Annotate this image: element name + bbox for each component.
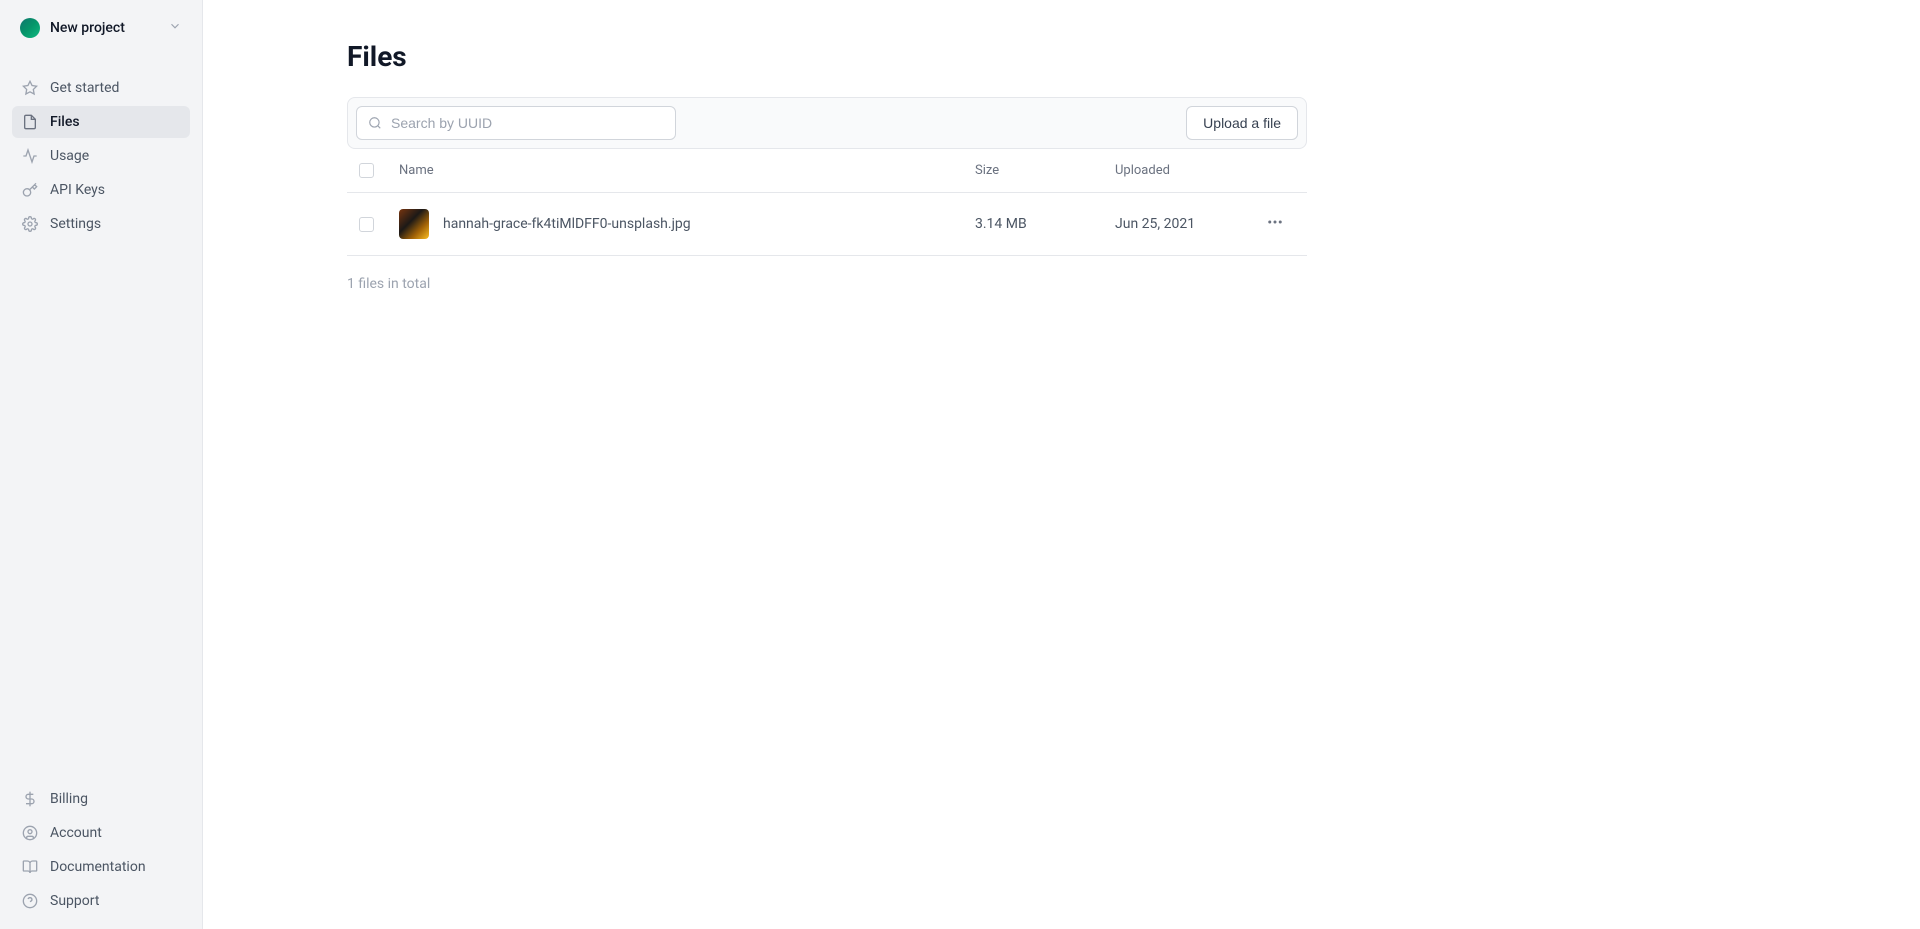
nav-label: Documentation — [50, 859, 146, 875]
sidebar-item-settings[interactable]: Settings — [12, 208, 190, 240]
file-icon — [22, 114, 38, 130]
more-icon[interactable] — [1266, 213, 1284, 235]
project-switcher[interactable]: New project — [12, 12, 190, 44]
column-header-size: Size — [975, 163, 1115, 178]
column-header-uploaded: Uploaded — [1115, 163, 1255, 178]
chart-icon — [22, 148, 38, 164]
column-header-name: Name — [399, 163, 975, 178]
file-uploaded: Jun 25, 2021 — [1115, 216, 1255, 232]
sidebar-item-documentation[interactable]: Documentation — [12, 851, 190, 883]
nav-label: Billing — [50, 791, 88, 807]
nav-top: Get started Files Usage API Keys Setting… — [12, 72, 190, 240]
nav-label: Account — [50, 825, 102, 841]
sidebar: New project Get started Files Usage — [0, 0, 203, 929]
user-icon — [22, 825, 38, 841]
file-name: hannah-grace-fk4tiMlDFF0-unsplash.jpg — [443, 216, 691, 232]
nav-label: Support — [50, 893, 99, 909]
project-avatar — [20, 18, 40, 38]
select-all-checkbox[interactable] — [359, 163, 374, 178]
sidebar-item-api-keys[interactable]: API Keys — [12, 174, 190, 206]
star-icon — [22, 80, 38, 96]
sidebar-item-support[interactable]: Support — [12, 885, 190, 917]
nav-bottom: Billing Account Documentation Support — [12, 783, 190, 917]
file-thumbnail — [399, 209, 429, 239]
page-title: Files — [347, 40, 1307, 73]
sidebar-item-get-started[interactable]: Get started — [12, 72, 190, 104]
chevron-down-icon — [168, 19, 182, 37]
files-total: 1 files in total — [347, 256, 1307, 312]
search-wrapper — [356, 106, 676, 140]
files-table: Name Size Uploaded hannah-grace-fk4tiMlD… — [347, 149, 1307, 256]
nav-label: API Keys — [50, 182, 105, 198]
nav-label: Get started — [50, 80, 119, 96]
upload-button[interactable]: Upload a file — [1186, 106, 1298, 140]
gear-icon — [22, 216, 38, 232]
sidebar-item-usage[interactable]: Usage — [12, 140, 190, 172]
table-row[interactable]: hannah-grace-fk4tiMlDFF0-unsplash.jpg 3.… — [347, 193, 1307, 256]
file-size: 3.14 MB — [975, 216, 1115, 232]
table-header: Name Size Uploaded — [347, 149, 1307, 193]
nav-label: Usage — [50, 148, 89, 164]
search-input[interactable] — [356, 106, 676, 140]
toolbar: Upload a file — [347, 97, 1307, 149]
sidebar-item-files[interactable]: Files — [12, 106, 190, 138]
key-icon — [22, 182, 38, 198]
main-content: Files Upload a file Name Size Uploaded — [203, 0, 1920, 929]
nav-label: Files — [50, 114, 80, 130]
nav-label: Settings — [50, 216, 101, 232]
search-icon — [368, 116, 382, 130]
book-icon — [22, 859, 38, 875]
project-name: New project — [50, 20, 158, 36]
dollar-icon — [22, 791, 38, 807]
help-icon — [22, 893, 38, 909]
sidebar-item-billing[interactable]: Billing — [12, 783, 190, 815]
sidebar-item-account[interactable]: Account — [12, 817, 190, 849]
row-checkbox[interactable] — [359, 217, 374, 232]
